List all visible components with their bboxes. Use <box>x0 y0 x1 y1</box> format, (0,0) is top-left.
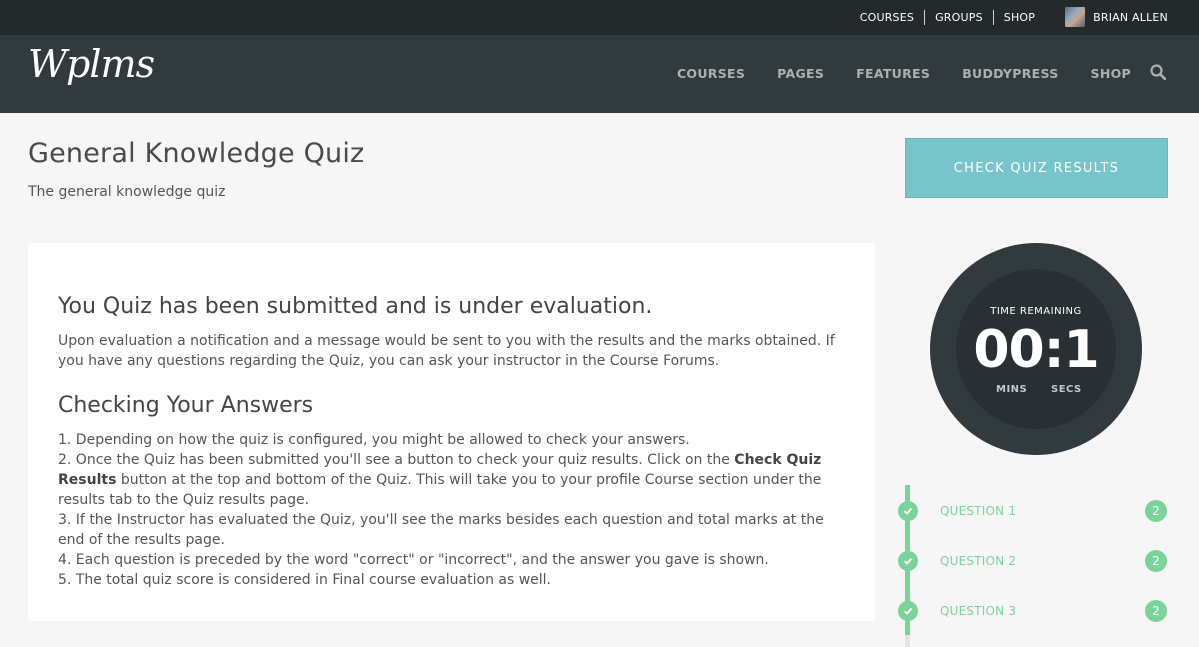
question-label[interactable]: QUESTION 3 <box>940 604 1016 618</box>
step-1: 1. Depending on how the quiz is configur… <box>58 432 690 448</box>
check-answers-heading: Checking Your Answers <box>58 393 314 418</box>
step-2-text-end: button at the top and bottom of the Quiz… <box>58 472 822 508</box>
submitted-text: Upon evaluation a notification and a mes… <box>58 333 835 369</box>
top-link-courses[interactable]: COURSES <box>850 9 926 25</box>
check-icon <box>898 601 918 621</box>
page-subtitle: The general knowledge quiz <box>28 184 226 200</box>
question-item-2[interactable]: QUESTION 2 2 <box>898 548 1170 572</box>
check-icon <box>898 551 918 571</box>
check-quiz-results-button[interactable]: CHECK QUIZ RESULTS <box>905 138 1168 198</box>
top-link-groups[interactable]: GROUPS <box>925 9 994 25</box>
question-label[interactable]: QUESTION 2 <box>940 554 1016 568</box>
nav-item-shop[interactable]: SHOP <box>1091 66 1131 81</box>
question-marks-badge: 2 <box>1145 550 1167 572</box>
question-marks-badge: 2 <box>1145 500 1167 522</box>
steps-list: 1. Depending on how the quiz is configur… <box>58 430 848 590</box>
step-4: 4. Each question is preceded by the word… <box>58 552 769 568</box>
main-nav: COURSES PAGES FEATURES BUDDYPRESS SHOP <box>645 66 1131 81</box>
nav-item-buddypress[interactable]: BUDDYPRESS <box>962 66 1058 81</box>
timer-label: TIME REMAINING <box>990 306 1082 317</box>
question-progress-remaining <box>905 635 910 647</box>
top-link-shop[interactable]: SHOP <box>994 10 1045 25</box>
nav-item-pages[interactable]: PAGES <box>777 66 824 81</box>
question-item-1[interactable]: QUESTION 1 2 <box>898 498 1170 522</box>
nav-item-courses[interactable]: COURSES <box>677 66 745 81</box>
timer-face: TIME REMAINING 00:1 MINS SECS <box>956 269 1116 429</box>
top-bar: COURSES GROUPS SHOP BRIAN ALLEN <box>0 0 1199 35</box>
main-header: Wplms COURSES PAGES FEATURES BUDDYPRESS … <box>0 35 1199 113</box>
user-menu[interactable]: BRIAN ALLEN <box>1045 7 1168 27</box>
timer-mins-label: MINS <box>996 384 1028 395</box>
check-icon <box>898 501 918 521</box>
question-label[interactable]: QUESTION 1 <box>940 504 1016 518</box>
quiz-timer: TIME REMAINING 00:1 MINS SECS <box>930 243 1142 455</box>
page-title: General Knowledge Quiz <box>28 138 365 169</box>
user-name[interactable]: BRIAN ALLEN <box>1093 11 1168 24</box>
step-5: 5. The total quiz score is considered in… <box>58 572 552 588</box>
nav-item-features[interactable]: FEATURES <box>856 66 930 81</box>
timer-secs-label: SECS <box>1051 384 1082 395</box>
quiz-content-card: You Quiz has been submitted and is under… <box>28 243 875 621</box>
question-item-3[interactable]: QUESTION 3 2 <box>898 598 1170 622</box>
step-3: 3. If the Instructor has evaluated the Q… <box>58 512 824 548</box>
step-2-text-start: 2. Once the Quiz has been submitted you'… <box>58 452 735 468</box>
step-2: 2. Once the Quiz has been submitted you'… <box>58 450 848 510</box>
avatar[interactable] <box>1065 7 1086 27</box>
submitted-heading: You Quiz has been submitted and is under… <box>58 294 653 319</box>
search-icon[interactable] <box>1150 64 1166 80</box>
question-marks-badge: 2 <box>1145 600 1167 622</box>
top-links: COURSES GROUPS SHOP BRIAN ALLEN <box>850 7 1168 27</box>
logo[interactable]: Wplms <box>28 39 155 89</box>
timer-value: 00:1 <box>973 320 1099 380</box>
